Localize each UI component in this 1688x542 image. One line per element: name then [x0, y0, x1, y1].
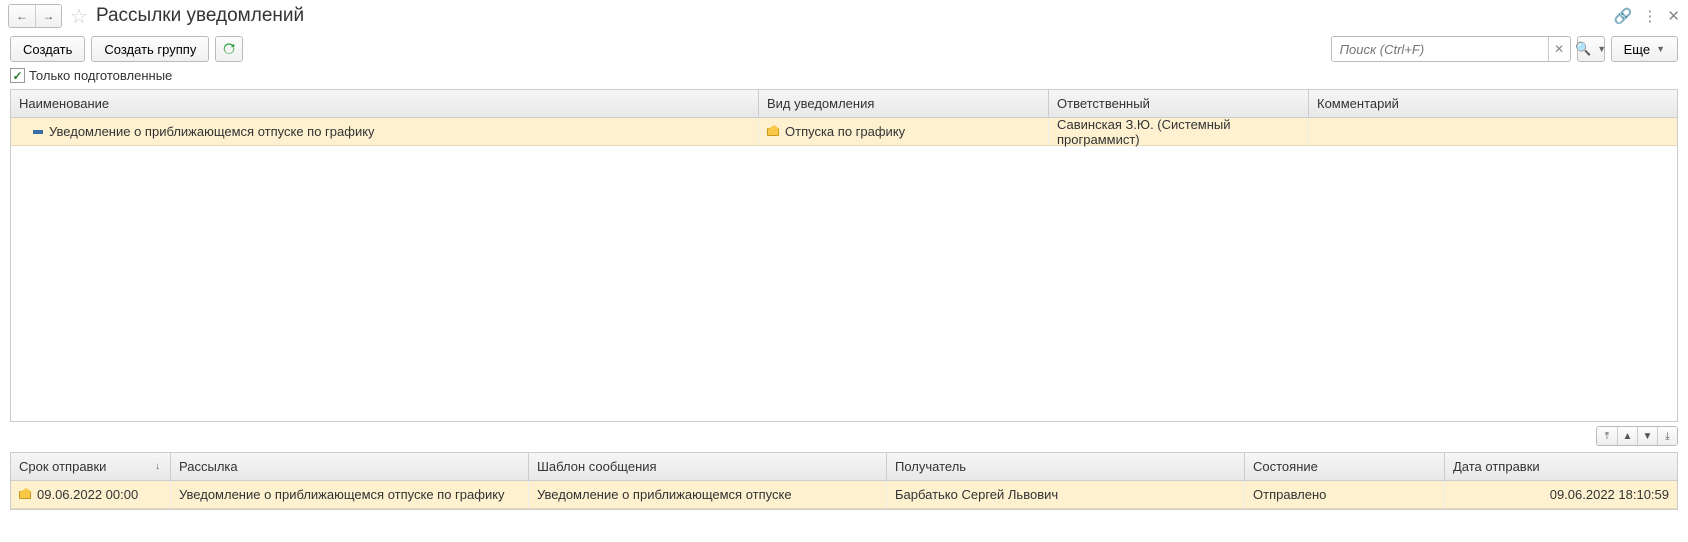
search-dropdown-button[interactable]: 🔍▼: [1577, 36, 1605, 62]
cell-date-sent: 09.06.2022 18:10:59: [1445, 481, 1677, 508]
search-icon: 🔍: [1575, 41, 1591, 57]
nav-history-group: ← →: [8, 4, 62, 28]
details-grid: Срок отправки ↓ Рассылка Шаблон сообщени…: [10, 452, 1678, 510]
col-mailing[interactable]: Рассылка: [171, 453, 529, 480]
toolbar: Создать Создать группу ✕ 🔍▼ Еще▼: [0, 32, 1688, 66]
col-template[interactable]: Шаблон сообщения: [529, 453, 887, 480]
search-box: ✕: [1331, 36, 1571, 62]
only-prepared-checkbox[interactable]: ✓: [10, 68, 25, 83]
row-name-text: Уведомление о приближающемся отпуске по …: [49, 124, 375, 139]
mail-icon: [767, 128, 779, 136]
create-button[interactable]: Создать: [10, 36, 85, 62]
col-send-date[interactable]: Срок отправки ↓: [11, 453, 171, 480]
col-state[interactable]: Состояние: [1245, 453, 1445, 480]
grid-empty-area: [11, 146, 1677, 421]
favorite-star-icon[interactable]: ☆: [70, 4, 88, 29]
col-type[interactable]: Вид уведомления: [759, 90, 1049, 117]
table-row[interactable]: Уведомление о приближающемся отпуске по …: [11, 118, 1677, 146]
chevron-down-icon: ▼: [1656, 44, 1665, 54]
search-input[interactable]: [1332, 37, 1548, 61]
cell-responsible: Савинская З.Ю. (Системный программист): [1049, 118, 1309, 145]
cell-template: Уведомление о приближающемся отпуске: [529, 481, 887, 508]
sort-down-icon: ↓: [155, 461, 160, 472]
close-icon[interactable]: ✕: [1667, 7, 1680, 25]
col-name[interactable]: Наименование: [11, 90, 759, 117]
filter-row: ✓ Только подготовленные: [0, 66, 1688, 89]
window-controls: 🔗 ⋮ ✕: [1614, 7, 1680, 25]
page-title: Рассылки уведомлений: [96, 5, 304, 27]
back-button[interactable]: ←: [9, 5, 35, 27]
only-prepared-label: Только подготовленные: [29, 68, 172, 83]
col-send-date-label: Срок отправки: [19, 459, 106, 474]
link-icon[interactable]: 🔗: [1614, 7, 1633, 25]
search-clear-button[interactable]: ✕: [1548, 37, 1570, 61]
pager-down[interactable]: ▼: [1637, 427, 1657, 445]
col-responsible[interactable]: Ответственный: [1049, 90, 1309, 117]
refresh-button[interactable]: [215, 36, 243, 62]
expand-icon: [33, 130, 43, 134]
cell-send-date: 09.06.2022 00:00: [11, 481, 171, 508]
chevron-down-icon: ▼: [1597, 44, 1606, 54]
cell-mailing: Уведомление о приближающемся отпуске по …: [171, 481, 529, 508]
col-date-sent[interactable]: Дата отправки: [1445, 453, 1677, 480]
col-recipient[interactable]: Получатель: [887, 453, 1245, 480]
details-grid-header: Срок отправки ↓ Рассылка Шаблон сообщени…: [11, 453, 1677, 481]
refresh-icon: [222, 42, 236, 56]
grid-header: Наименование Вид уведомления Ответственн…: [11, 90, 1677, 118]
titlebar: ← → ☆ Рассылки уведомлений 🔗 ⋮ ✕: [0, 0, 1688, 32]
kebab-menu-icon[interactable]: ⋮: [1642, 7, 1657, 25]
col-comment[interactable]: Комментарий: [1309, 90, 1677, 117]
cell-name: Уведомление о приближающемся отпуске по …: [11, 118, 759, 145]
pager-last[interactable]: ⤓: [1657, 427, 1677, 445]
send-date-text: 09.06.2022 00:00: [37, 487, 138, 502]
toolbar-right: ✕ 🔍▼ Еще▼: [1331, 36, 1678, 62]
cell-comment: [1309, 118, 1677, 145]
pager-strip: ⤒ ▲ ▼ ⤓: [10, 426, 1678, 446]
row-type-text: Отпуска по графику: [785, 124, 905, 139]
pager-up[interactable]: ▲: [1617, 427, 1637, 445]
mail-icon: [19, 491, 31, 499]
cell-recipient: Барбатько Сергей Львович: [887, 481, 1245, 508]
cell-type: Отпуска по графику: [759, 118, 1049, 145]
notifications-grid: Наименование Вид уведомления Ответственн…: [10, 89, 1678, 422]
cell-state: Отправлено: [1245, 481, 1445, 508]
forward-button[interactable]: →: [35, 5, 61, 27]
more-label: Еще: [1624, 42, 1650, 57]
more-button[interactable]: Еще ▼: [1611, 36, 1678, 62]
pager-group: ⤒ ▲ ▼ ⤓: [1596, 426, 1678, 446]
create-group-button[interactable]: Создать группу: [91, 36, 209, 62]
table-row[interactable]: 09.06.2022 00:00 Уведомление о приближаю…: [11, 481, 1677, 509]
pager-first[interactable]: ⤒: [1597, 427, 1617, 445]
